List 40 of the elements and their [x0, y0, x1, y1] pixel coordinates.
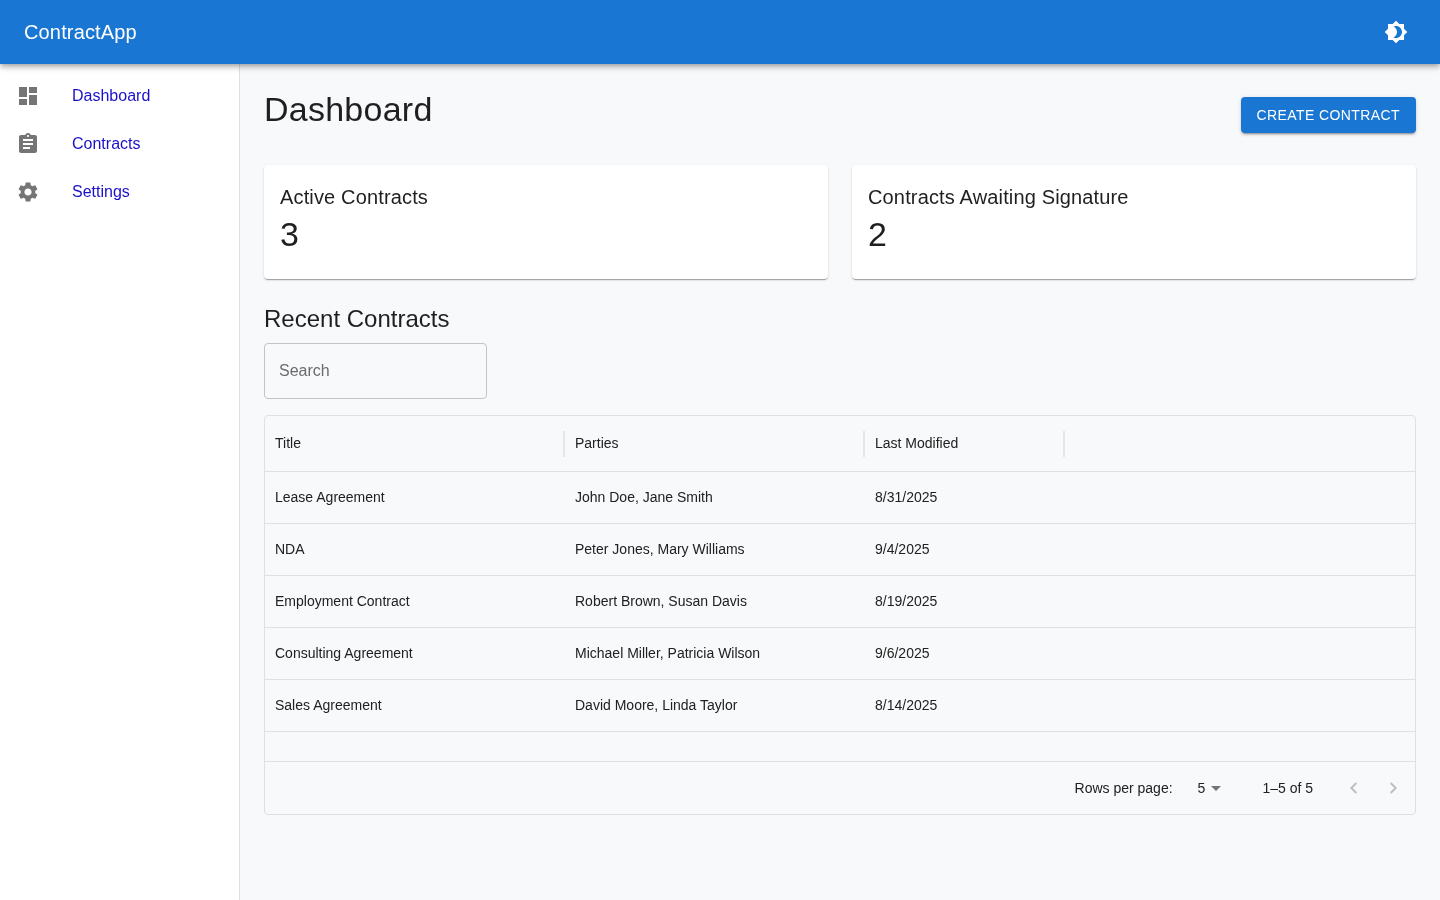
sidebar-link[interactable]: Dashboard	[72, 84, 151, 108]
chevron-left-icon	[1349, 782, 1357, 794]
dashboard-icon	[16, 84, 40, 108]
stat-value: 2	[868, 214, 888, 255]
table-cell: 8/14/2025	[875, 697, 938, 713]
caret-icon	[1211, 785, 1222, 791]
app-title: ContractApp	[24, 20, 137, 45]
table-cell: 8/19/2025	[875, 593, 938, 609]
column-header[interactable]: Last Modified	[865, 433, 959, 454]
table-cell: David Moore, Linda Taylor	[575, 697, 738, 713]
stat-label: Contracts Awaiting Signature	[868, 185, 1130, 210]
search-field[interactable]: Search	[264, 343, 487, 399]
table-cell: 9/4/2025	[875, 541, 930, 557]
table-cell: Lease Agreement	[275, 489, 385, 505]
theme-toggle-icon[interactable]	[1384, 20, 1408, 44]
column-header[interactable]: Parties	[565, 433, 619, 454]
stat-value: 3	[280, 214, 300, 255]
create-contract-button[interactable]: CREATE CONTRACT	[1240, 97, 1416, 133]
table-cell: John Doe, Jane Smith	[575, 489, 713, 505]
table-cell: NDA	[275, 541, 305, 557]
table-cell: 8/31/2025	[875, 489, 938, 505]
sidebar-link[interactable]: Contracts	[72, 132, 141, 156]
page-title: Dashboard	[264, 89, 433, 130]
table-cell: Consulting Agreement	[275, 645, 413, 661]
settings-icon	[16, 180, 40, 204]
rows-per-page-label: Rows per page:	[1074, 778, 1173, 798]
rows-per-page-select[interactable]: 5	[1197, 777, 1230, 799]
chevron-right-icon	[1389, 782, 1397, 794]
table-cell: Employment Contract	[275, 593, 410, 609]
page-range: 1–5 of 5	[1262, 778, 1313, 798]
table-cell: Sales Agreement	[275, 697, 382, 713]
stat-label: Active Contracts	[280, 185, 429, 210]
sidebar-link[interactable]: Settings	[72, 180, 130, 204]
table-cell: Peter Jones, Mary Williams	[575, 541, 745, 557]
column-header[interactable]: Title	[265, 433, 301, 454]
table-cell: Michael Miller, Patricia Wilson	[575, 645, 761, 661]
section-title: Recent Contracts	[264, 304, 451, 334]
table-cell: Robert Brown, Susan Davis	[575, 593, 747, 609]
clipboard-icon	[16, 132, 40, 156]
table-cell: 9/6/2025	[875, 645, 930, 661]
